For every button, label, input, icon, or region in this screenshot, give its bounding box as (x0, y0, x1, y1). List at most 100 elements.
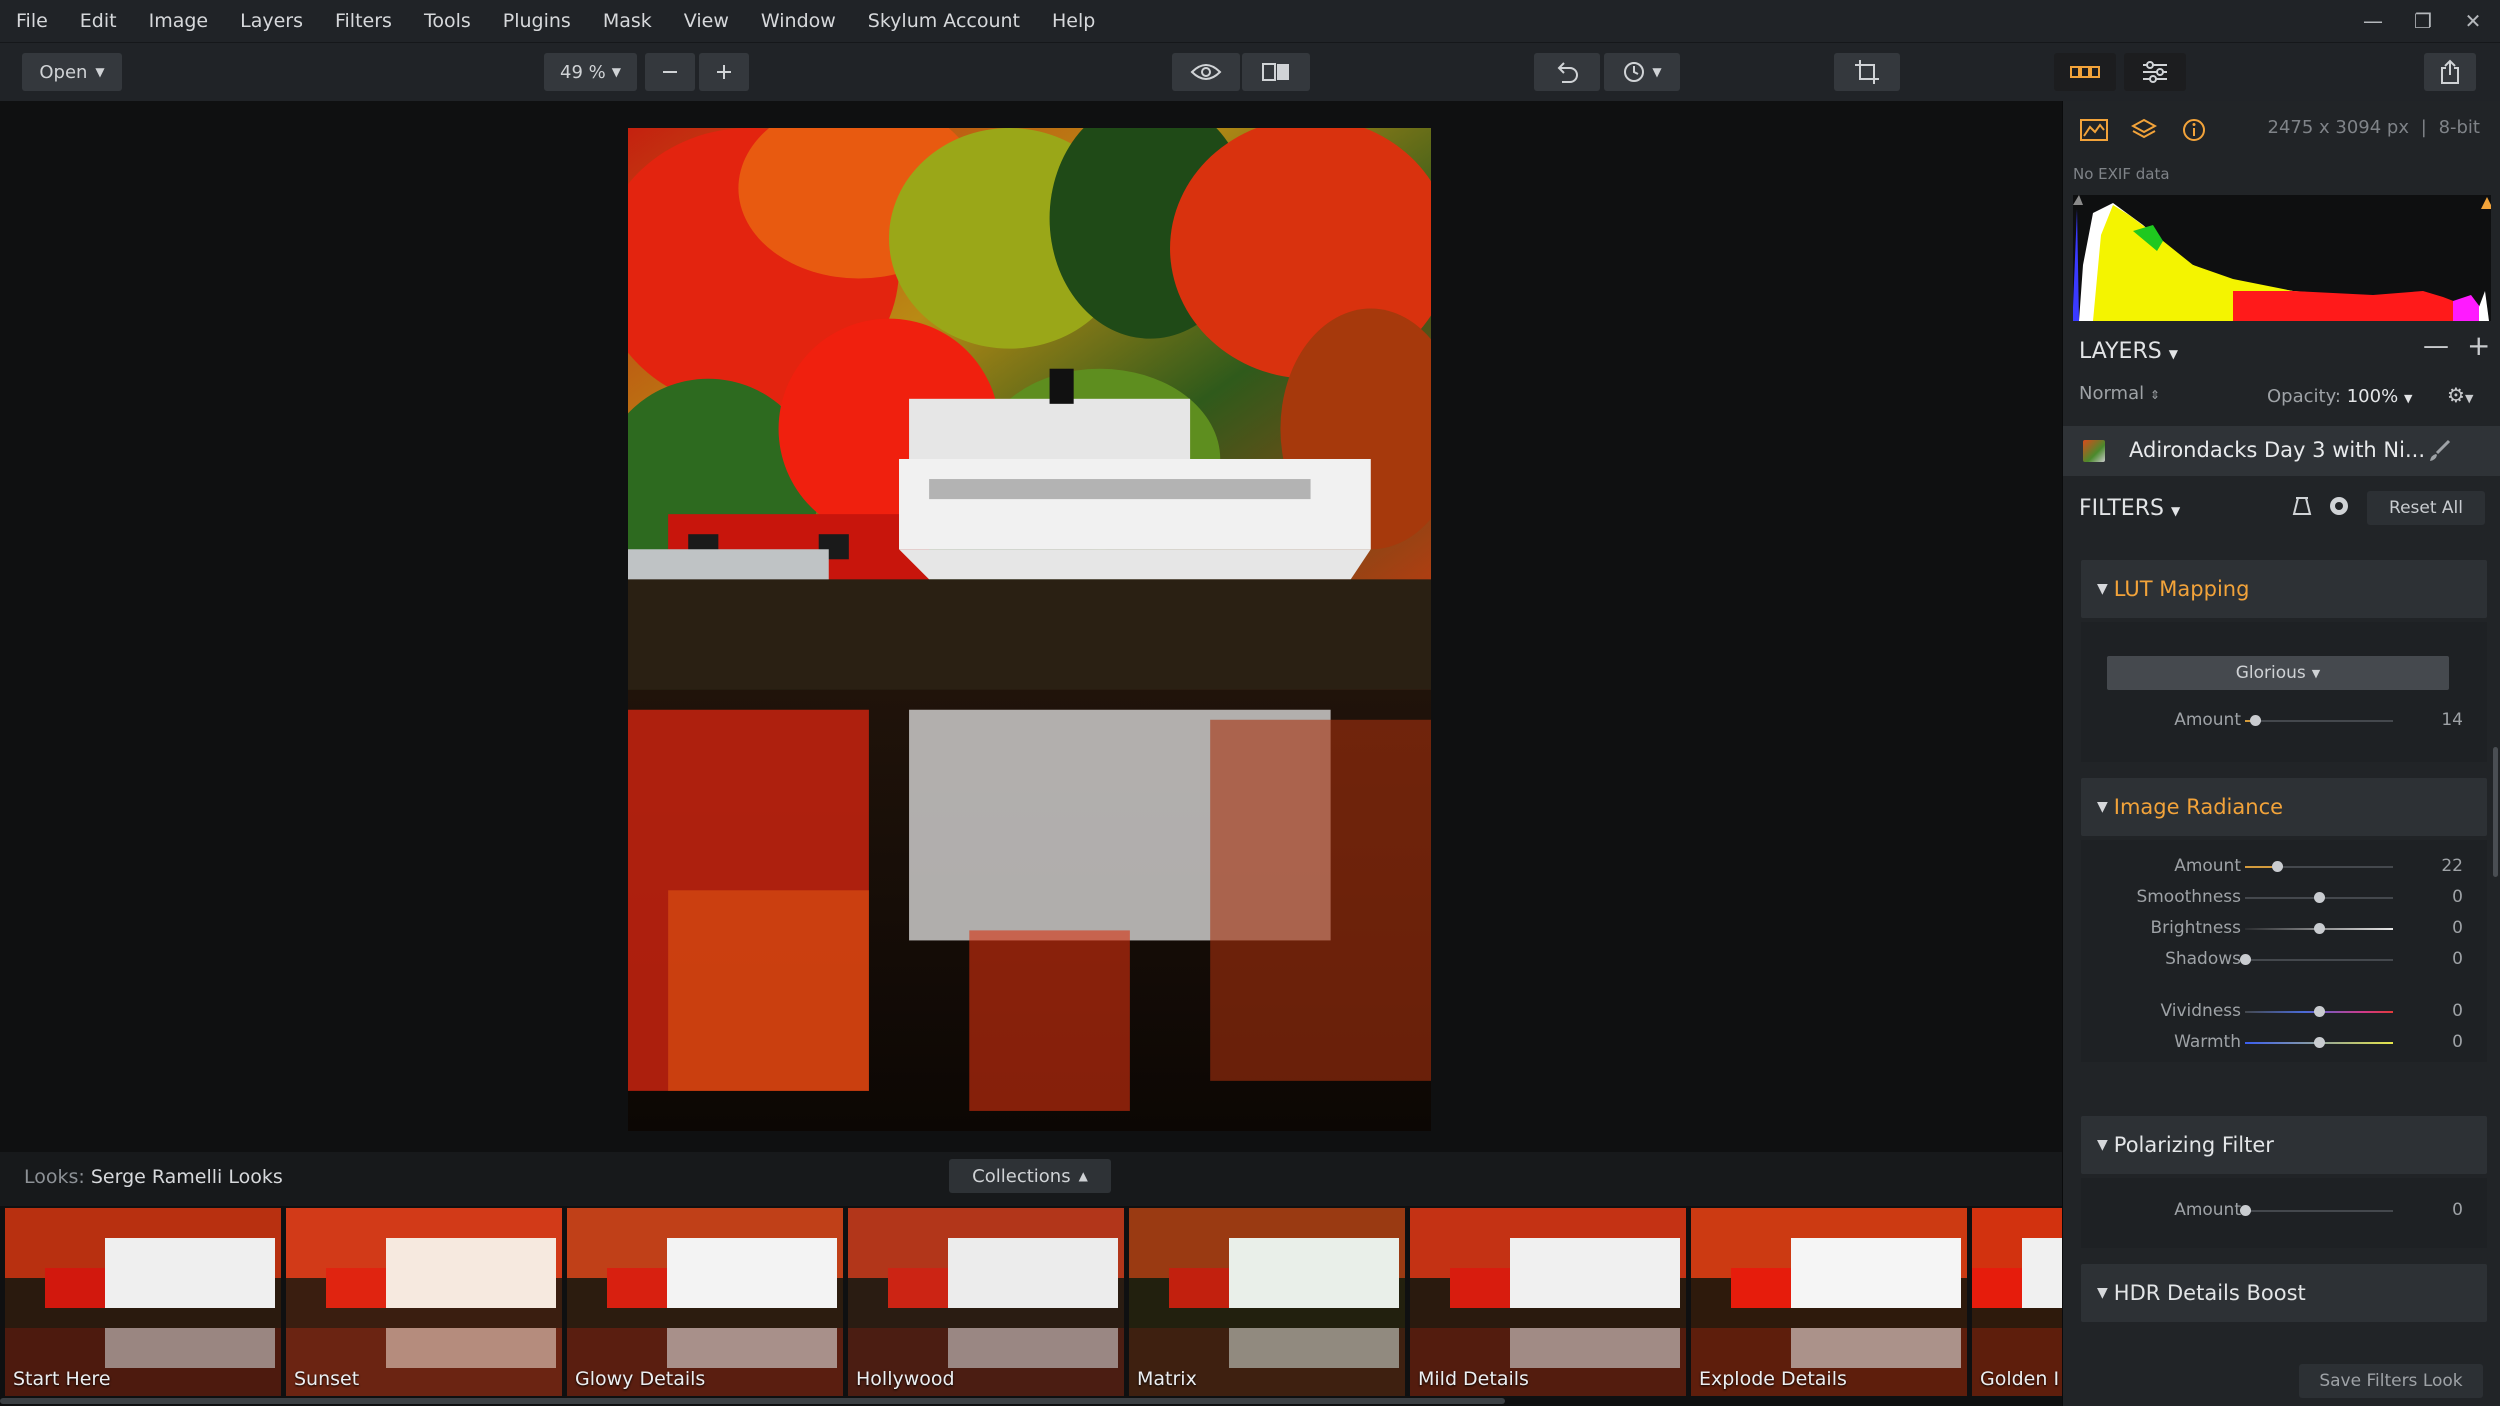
radiance-smoothness-slider[interactable]: Smoothness 0 (2081, 883, 2487, 913)
menu-file[interactable]: File (0, 0, 64, 42)
layer-row[interactable]: Adirondacks Day 3 with Ni... (2063, 426, 2500, 476)
look-thumbnail[interactable]: Matrix (1129, 1208, 1405, 1396)
slider-knob[interactable] (2313, 1006, 2325, 1017)
look-thumbnail[interactable]: Mild Details (1410, 1208, 1686, 1396)
photo-image (628, 128, 1431, 1131)
history-button[interactable]: ▼ (1604, 53, 1680, 91)
menu-image[interactable]: Image (133, 0, 225, 42)
look-thumbnail[interactable]: Glowy Details (567, 1208, 843, 1396)
slider-knob[interactable] (2313, 1037, 2325, 1048)
slider-value: 0 (2452, 1001, 2463, 1021)
layer-settings-icon[interactable]: ⚙▼ (2447, 383, 2473, 407)
menu-skylum-account[interactable]: Skylum Account (852, 0, 1036, 42)
looks-label: Looks: (24, 1166, 85, 1188)
zoom-in-button[interactable] (699, 53, 749, 91)
close-icon[interactable]: ✕ (2458, 6, 2488, 36)
info-icon (2183, 119, 2205, 141)
filters-header[interactable]: FILTERS ▼ (2079, 496, 2180, 521)
filters-title: FILTERS (2079, 496, 2164, 521)
lut-mapping-header[interactable]: ▼ LUT Mapping (2081, 560, 2487, 618)
filters-list[interactable]: ▼ LUT Mapping Glorious ▼ Amount 14 ▼ Ima… (2063, 548, 2500, 1368)
menu-view[interactable]: View (668, 0, 745, 42)
slider-track[interactable] (2245, 720, 2393, 722)
looks-scrollbar[interactable] (0, 1398, 1505, 1404)
look-thumbnail[interactable]: Start Here (5, 1208, 281, 1396)
hdr-details-boost-title: HDR Details Boost (2113, 1281, 2306, 1305)
slider-knob[interactable] (2313, 923, 2325, 934)
looks-panel-button[interactable] (2054, 53, 2116, 91)
export-button[interactable] (2424, 53, 2476, 91)
polarizing-filter-header[interactable]: ▼ Polarizing Filter (2081, 1116, 2487, 1174)
image-canvas[interactable] (0, 101, 2062, 1152)
crop-button[interactable] (1834, 53, 1900, 91)
compare-button[interactable] (1242, 53, 1310, 91)
look-thumbnail[interactable]: Hollywood (848, 1208, 1124, 1396)
open-button[interactable]: Open ▼ (22, 53, 122, 91)
slider-value: 22 (2441, 856, 2463, 876)
look-thumbnail[interactable]: Golden I (1972, 1208, 2062, 1396)
look-label: Glowy Details (575, 1368, 706, 1390)
history-icon (1624, 62, 1645, 82)
slider-knob[interactable] (2239, 1205, 2251, 1216)
menu-tools[interactable]: Tools (408, 0, 487, 42)
slider-value: 0 (2452, 887, 2463, 907)
slider-track[interactable] (2245, 1210, 2393, 1212)
menu-window[interactable]: Window (745, 0, 852, 42)
look-thumbnail[interactable]: Explode Details (1691, 1208, 1967, 1396)
menu-layers[interactable]: Layers (224, 0, 319, 42)
lut-select[interactable]: Glorious ▼ (2107, 656, 2449, 690)
slider-value: 0 (2452, 1032, 2463, 1052)
radiance-shadows-slider[interactable]: Shadows 0 (2081, 945, 2487, 975)
zoom-out-button[interactable] (645, 53, 695, 91)
brush-icon[interactable] (2427, 438, 2453, 464)
filters-panel-button[interactable] (2124, 53, 2186, 91)
looks-panel-icon (2070, 66, 2100, 78)
opacity-select[interactable]: Opacity: 100% ▼ (2267, 386, 2412, 407)
collections-button[interactable]: Collections ▲ (949, 1159, 1111, 1193)
blend-mode-select[interactable]: Normal ⇕ (2079, 383, 2160, 404)
radiance-vividness-slider[interactable]: Vividness 0 (2081, 997, 2487, 1027)
undo-icon (1557, 62, 1578, 83)
slider-value: 0 (2452, 918, 2463, 938)
remove-layer-icon[interactable]: — (2423, 331, 2449, 361)
layers-tab[interactable] (2129, 115, 2159, 145)
radiance-amount-slider[interactable]: Amount 22 (2081, 852, 2487, 882)
reset-all-button[interactable]: Reset All (2367, 491, 2485, 525)
polarizing-filter-title: Polarizing Filter (2113, 1133, 2274, 1157)
look-label: Mild Details (1418, 1368, 1529, 1390)
radiance-brightness-slider[interactable]: Brightness 0 (2081, 914, 2487, 944)
minimize-icon[interactable]: — (2358, 6, 2388, 36)
histogram (2073, 195, 2491, 321)
filters-scrollbar[interactable] (2493, 747, 2498, 877)
radiance-warmth-slider[interactable]: Warmth 0 (2081, 1028, 2487, 1058)
image-radiance-header[interactable]: ▼ Image Radiance (2081, 778, 2487, 836)
look-thumbnail[interactable]: Sunset (286, 1208, 562, 1396)
zoom-select[interactable]: 49 % ▼ (544, 53, 637, 91)
add-layer-icon[interactable]: + (2467, 329, 2490, 362)
menu-mask[interactable]: Mask (587, 0, 668, 42)
polarizing-amount-slider[interactable]: Amount 0 (2081, 1196, 2487, 1226)
slider-track[interactable] (2245, 959, 2393, 961)
slider-knob[interactable] (2313, 892, 2325, 903)
slider-knob[interactable] (2239, 954, 2251, 965)
histogram-icon (2080, 119, 2108, 141)
slider-label: Vividness (2160, 1001, 2241, 1021)
histogram-tab[interactable] (2079, 115, 2109, 145)
save-filters-look-button[interactable]: Save Filters Look (2299, 1364, 2483, 1398)
menu-plugins[interactable]: Plugins (487, 0, 587, 42)
filter-settings-icon[interactable] (2327, 494, 2351, 518)
preview-button[interactable] (1172, 53, 1240, 91)
layers-header[interactable]: LAYERS ▼ (2079, 339, 2178, 364)
slider-label: Amount (2174, 710, 2241, 730)
menu-help[interactable]: Help (1036, 0, 1111, 42)
slider-knob[interactable] (2272, 861, 2284, 872)
mask-brush-icon[interactable] (2291, 494, 2313, 518)
menu-filters[interactable]: Filters (319, 0, 408, 42)
hdr-details-boost-header[interactable]: ▼ HDR Details Boost (2081, 1264, 2487, 1322)
restore-icon[interactable]: ❐ (2408, 6, 2438, 36)
menu-edit[interactable]: Edit (64, 0, 133, 42)
undo-button[interactable] (1534, 53, 1600, 91)
info-tab[interactable] (2179, 115, 2209, 145)
slider-knob[interactable] (2249, 715, 2261, 726)
lut-amount-slider[interactable]: Amount 14 (2081, 706, 2487, 736)
